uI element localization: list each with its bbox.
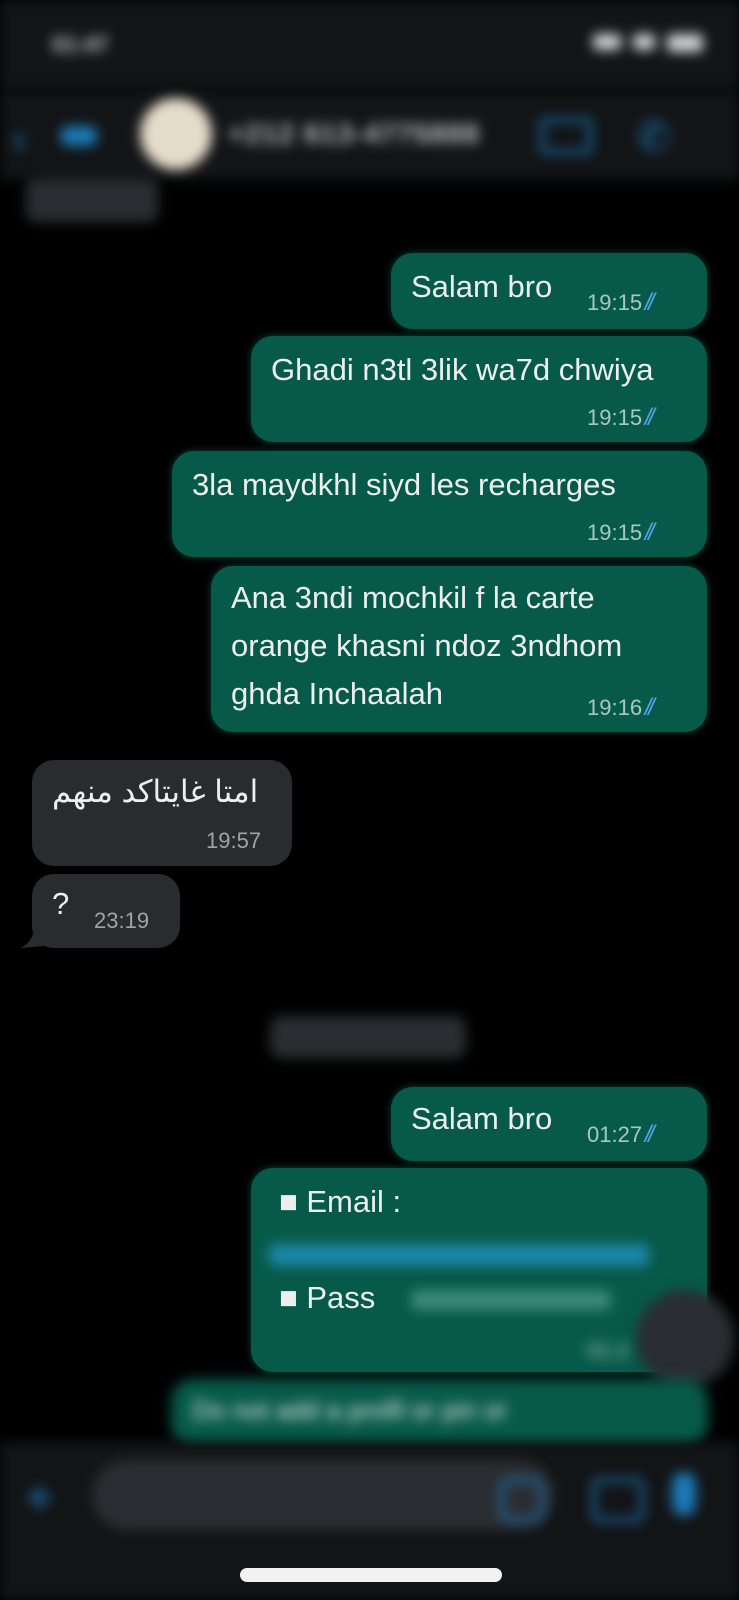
message-time: 19:15 (587, 520, 643, 545)
message-meta: 19:15 // (587, 404, 658, 432)
message-text: امتا غايتاكد منهم (52, 774, 259, 809)
email-label: ■ Email : (279, 1184, 402, 1219)
message-text: Salam bro (411, 269, 553, 304)
back-chevron-icon[interactable]: ‹ (12, 114, 27, 164)
date-chip (26, 178, 158, 222)
message-text: Salam bro (411, 1101, 553, 1136)
status-time: 01:47 (52, 32, 109, 57)
message-text: 3la maydkhl siyd les recharges (192, 467, 616, 502)
plus-icon[interactable]: + (24, 1468, 54, 1528)
message-time: 19:15 (587, 405, 643, 430)
camera-icon[interactable] (592, 1478, 644, 1522)
message-time: 23:19 (94, 908, 150, 933)
message-bubble-outgoing[interactable]: 3la maydkhl siyd les recharges 19:15 // (172, 451, 707, 557)
status-bar: 01:47 (0, 0, 739, 90)
contact-name[interactable]: +212 613-4775888 (228, 118, 480, 150)
message-meta: 19:15 // (587, 519, 658, 547)
message-bubble-outgoing[interactable]: Do not add a profil or pin or (172, 1380, 707, 1446)
message-time: 19:15 (587, 290, 643, 315)
message-meta: 23:19 (94, 908, 149, 934)
message-text: ? (52, 886, 70, 921)
message-meta: 01:2 (587, 1338, 630, 1364)
signal-icon (593, 34, 621, 50)
message-text-line: Ana 3ndi mochkil f la carte (231, 580, 595, 615)
password-value-redacted (411, 1290, 611, 1310)
message-text-line: orange khasni ndoz 3ndhom (231, 628, 623, 663)
battery-icon (667, 34, 703, 52)
chat-header: ‹ +212 613-4775888 ✆ (0, 90, 739, 180)
message-time: 01:2 (587, 1338, 630, 1363)
wifi-icon (633, 34, 655, 50)
message-bubble-outgoing[interactable]: Salam bro 19:15 // (391, 253, 707, 329)
message-meta: 19:15 // (587, 289, 658, 317)
message-time: 19:57 (206, 828, 262, 853)
message-bubble-incoming[interactable]: ? 23:19 (32, 874, 180, 948)
sticker-icon[interactable] (500, 1478, 544, 1522)
scroll-down-button[interactable] (636, 1290, 734, 1388)
video-call-icon[interactable] (540, 118, 592, 154)
message-input[interactable] (92, 1460, 554, 1530)
status-icons (593, 34, 703, 52)
password-label: ■ Pass (279, 1280, 376, 1315)
unread-count-badge[interactable] (60, 126, 98, 146)
date-chip (270, 1016, 466, 1058)
message-text: Do not add a profil or pin or (192, 1395, 508, 1425)
email-value-redacted (269, 1244, 649, 1266)
message-text-line: ghda Inchaalah (231, 676, 444, 711)
message-time: 01:27 (587, 1122, 643, 1147)
message-time: 19:16 (587, 695, 643, 720)
microphone-icon[interactable] (672, 1472, 696, 1516)
message-bubble-outgoing[interactable]: Ghadi n3tl 3lik wa7d chwiya 19:15 // (251, 336, 707, 442)
message-meta: 01:27 // (587, 1121, 658, 1149)
message-bubble-outgoing[interactable]: Ana 3ndi mochkil f la carte orange khasn… (211, 566, 707, 732)
home-indicator[interactable] (240, 1568, 502, 1582)
message-text: Ghadi n3tl 3lik wa7d chwiya (271, 352, 654, 387)
message-bubble-incoming[interactable]: امتا غايتاكد منهم 19:57 (32, 760, 292, 866)
message-meta: 19:16 // (587, 694, 658, 722)
phone-call-icon[interactable]: ✆ (636, 112, 671, 161)
message-bubble-outgoing[interactable]: Salam bro 01:27 // (391, 1087, 707, 1161)
avatar[interactable] (140, 98, 212, 170)
bubble-tail (20, 926, 44, 948)
message-meta: 19:57 (206, 828, 261, 854)
